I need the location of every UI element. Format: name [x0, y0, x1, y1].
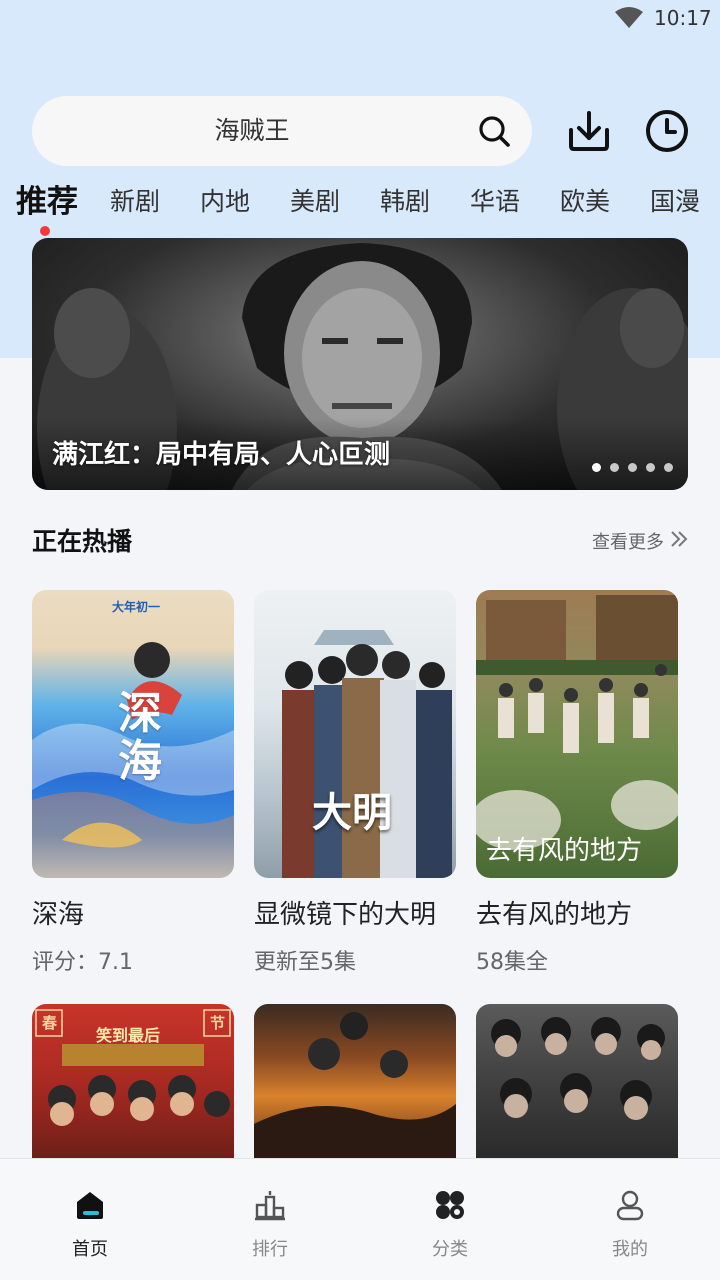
- card-subtitle: 评分：7.1: [32, 950, 133, 975]
- carousel-dot: [628, 463, 637, 472]
- ranking-icon: [255, 1191, 285, 1221]
- download-icon[interactable]: [566, 108, 612, 154]
- nav-label: 我的: [612, 1239, 648, 1260]
- home-icon: [77, 1192, 103, 1219]
- poster-tagline: 大年初一: [112, 600, 161, 614]
- nav-category[interactable]: 分类: [360, 1159, 540, 1280]
- poster-image: 大年初一 深海: [32, 590, 234, 878]
- status-bar: 10:17: [0, 0, 720, 40]
- tab-chinese[interactable]: 华语: [470, 180, 520, 224]
- tab-us-series[interactable]: 美剧: [290, 180, 340, 224]
- poster-image: 春 节 笑到最后: [32, 1004, 234, 1158]
- see-more-link[interactable]: 查看更多: [592, 528, 664, 554]
- carousel-dot: [610, 463, 619, 472]
- search-input[interactable]: 海贼王: [32, 96, 532, 166]
- nav-home[interactable]: 首页: [0, 1159, 180, 1280]
- poster-image: [476, 1004, 678, 1158]
- poster-title-text: 大明: [312, 789, 392, 836]
- tab-recommend[interactable]: 推荐: [16, 180, 78, 224]
- status-time: 10:17: [654, 6, 712, 30]
- active-tab-indicator: [40, 226, 50, 236]
- card-title: 显微镜下的大明: [254, 900, 437, 930]
- poster-title-text: 去有风的地方: [486, 836, 643, 866]
- category-tabs: 推荐 新剧 内地 美剧 韩剧 华语 欧美 国漫: [0, 180, 720, 230]
- tab-mainland[interactable]: 内地: [200, 180, 250, 224]
- poster-image: 去有风的地方: [476, 590, 678, 878]
- poster-tagline: 笑到最后: [96, 1026, 161, 1045]
- search-icon[interactable]: [476, 113, 512, 149]
- section-title: 正在热播: [32, 527, 133, 556]
- nav-ranking[interactable]: 排行: [180, 1159, 360, 1280]
- banner-title: 满江红：局中有局、人心叵测: [52, 440, 391, 470]
- poster-corner-text: 春: [42, 1014, 58, 1032]
- card-title: 去有风的地方: [476, 900, 633, 930]
- carousel-dot: [646, 463, 655, 472]
- tab-korean-series[interactable]: 韩剧: [380, 180, 430, 224]
- nav-label: 首页: [72, 1239, 108, 1260]
- tab-western[interactable]: 欧美: [560, 180, 610, 224]
- banner-carousel[interactable]: 满江红：局中有局、人心叵测: [32, 238, 688, 490]
- carousel-dot: [592, 463, 601, 472]
- card-subtitle: 58集全: [476, 950, 548, 975]
- history-icon[interactable]: [644, 108, 690, 154]
- nav-label: 排行: [252, 1239, 288, 1260]
- double-chevron-right-icon[interactable]: [670, 530, 688, 548]
- tab-chinese-anime[interactable]: 国漫: [650, 180, 700, 224]
- search-query[interactable]: 海贼王: [32, 96, 472, 166]
- carousel-dot: [664, 463, 673, 472]
- card-title: 深海: [32, 900, 85, 930]
- bottom-navigation: 首页 排行 分类 我的: [0, 1158, 720, 1280]
- category-icon: [436, 1191, 464, 1219]
- poster-corner-text: 节: [210, 1014, 226, 1032]
- card-subtitle: 更新至5集: [254, 950, 356, 975]
- poster-title-text: 深海: [118, 688, 162, 787]
- wifi-icon: [615, 7, 643, 28]
- nav-label: 分类: [432, 1239, 468, 1260]
- profile-icon: [616, 1190, 644, 1221]
- poster-image: 大明: [254, 590, 456, 878]
- tab-new-series[interactable]: 新剧: [110, 180, 160, 224]
- poster-image: [254, 1004, 456, 1158]
- nav-profile[interactable]: 我的: [540, 1159, 720, 1280]
